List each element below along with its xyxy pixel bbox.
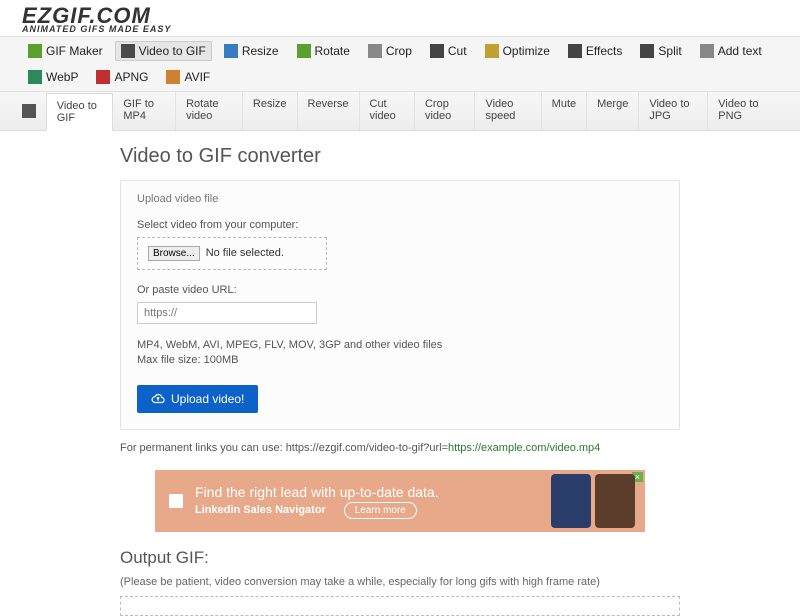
tab-gif-to-mp4[interactable]: GIF to MP4 bbox=[113, 92, 176, 130]
effects-icon bbox=[568, 44, 582, 58]
add-text-icon bbox=[700, 44, 714, 58]
avif-icon bbox=[166, 70, 180, 84]
permalink-example[interactable]: https://example.com/video.mp4 bbox=[448, 442, 600, 454]
nav-add-text[interactable]: Add text bbox=[694, 41, 768, 61]
film-icon bbox=[22, 104, 36, 118]
nav-resize[interactable]: Resize bbox=[218, 41, 285, 61]
output-heading: Output GIF: bbox=[120, 548, 680, 568]
nav-label: WebP bbox=[46, 70, 78, 84]
output-placeholder bbox=[120, 596, 680, 616]
apng-icon bbox=[96, 70, 110, 84]
format-note: MP4, WebM, AVI, MPEG, FLV, MOV, 3GP and … bbox=[137, 338, 663, 369]
tab-cut-video[interactable]: Cut video bbox=[360, 92, 415, 130]
tab-mute[interactable]: Mute bbox=[542, 92, 587, 130]
cloud-upload-icon bbox=[151, 392, 165, 406]
page-title: Video to GIF converter bbox=[120, 145, 680, 168]
tab-rotate-video[interactable]: Rotate video bbox=[176, 92, 243, 130]
ad-cta-button[interactable]: Learn more bbox=[344, 502, 417, 519]
crop-icon bbox=[368, 44, 382, 58]
nav-label: Add text bbox=[718, 44, 762, 58]
nav-optimize[interactable]: Optimize bbox=[479, 41, 556, 61]
logo-tagline: ANIMATED GIFS MADE EASY bbox=[22, 24, 778, 34]
select-file-label: Select video from your computer: bbox=[137, 219, 663, 231]
header: EZGIF.COM ANIMATED GIFS MADE EASY bbox=[0, 0, 800, 36]
optimize-icon bbox=[485, 44, 499, 58]
nav-label: Crop bbox=[386, 44, 412, 58]
tab-crop-video[interactable]: Crop video bbox=[415, 92, 475, 130]
nav-split[interactable]: Split bbox=[634, 41, 687, 61]
nav-label: Optimize bbox=[503, 44, 550, 58]
maxsize-line: Max file size: 100MB bbox=[137, 353, 663, 368]
url-input[interactable] bbox=[137, 302, 317, 324]
url-label: Or paste video URL: bbox=[137, 284, 663, 296]
nav-apng[interactable]: APNG bbox=[90, 67, 154, 87]
nav-rotate[interactable]: Rotate bbox=[291, 41, 356, 61]
ad-banner[interactable]: × Find the right lead with up-to-date da… bbox=[155, 470, 645, 532]
secondary-nav: Video to GIFGIF to MP4Rotate videoResize… bbox=[0, 92, 800, 131]
nav-label: AVIF bbox=[184, 70, 210, 84]
nav-crop[interactable]: Crop bbox=[362, 41, 418, 61]
nav-label: Rotate bbox=[315, 44, 350, 58]
nav-label: APNG bbox=[114, 70, 148, 84]
tab-reverse[interactable]: Reverse bbox=[298, 92, 360, 130]
nav-label: Cut bbox=[448, 44, 467, 58]
no-file-text: No file selected. bbox=[206, 247, 284, 259]
permalink-hint: For permanent links you can use: https:/… bbox=[120, 442, 680, 454]
split-icon bbox=[640, 44, 654, 58]
ad-illustration bbox=[551, 474, 635, 528]
nav-effects[interactable]: Effects bbox=[562, 41, 628, 61]
tab-video-to-jpg[interactable]: Video to JPG bbox=[639, 92, 708, 130]
gif-maker-icon bbox=[28, 44, 42, 58]
formats-line: MP4, WebM, AVI, MPEG, FLV, MOV, 3GP and … bbox=[137, 338, 663, 353]
nav-label: Split bbox=[658, 44, 681, 58]
resize-icon bbox=[224, 44, 238, 58]
nav-avif[interactable]: AVIF bbox=[160, 67, 216, 87]
nav-label: Resize bbox=[242, 44, 279, 58]
tab-video-to-gif-tab[interactable]: Video to GIF bbox=[46, 93, 114, 131]
tab-video-to-png[interactable]: Video to PNG bbox=[708, 92, 778, 130]
rotate-icon bbox=[297, 44, 311, 58]
upload-panel: Upload video file Select video from your… bbox=[120, 180, 680, 430]
main-content: Video to GIF converter Upload video file… bbox=[110, 145, 690, 616]
nav-gif-maker[interactable]: GIF Maker bbox=[22, 41, 109, 61]
webp-icon bbox=[28, 70, 42, 84]
video-to-gif-icon bbox=[121, 44, 135, 58]
primary-nav: GIF Maker Video to GIF Resize Rotate Crop Cut… bbox=[0, 36, 800, 92]
nav-cut[interactable]: Cut bbox=[424, 41, 473, 61]
ad-text: Find the right lead with up-to-date data… bbox=[195, 484, 439, 518]
tab-resize-video[interactable]: Resize bbox=[243, 92, 298, 130]
file-picker[interactable]: Browse... No file selected. bbox=[137, 237, 327, 270]
ad-icon bbox=[169, 494, 183, 508]
upload-legend: Upload video file bbox=[137, 193, 218, 213]
upload-button[interactable]: Upload video! bbox=[137, 385, 258, 413]
nav-label: GIF Maker bbox=[46, 44, 103, 58]
upload-button-label: Upload video! bbox=[171, 392, 244, 406]
browse-button[interactable]: Browse... bbox=[148, 246, 200, 261]
nav-video-to-gif[interactable]: Video to GIF bbox=[115, 41, 212, 61]
patience-note: (Please be patient, video conversion may… bbox=[120, 576, 680, 588]
nav-label: Video to GIF bbox=[139, 44, 206, 58]
tab-merge[interactable]: Merge bbox=[587, 92, 639, 130]
tab-video-speed[interactable]: Video speed bbox=[475, 92, 541, 130]
cut-icon bbox=[430, 44, 444, 58]
nav-label: Effects bbox=[586, 44, 622, 58]
nav-webp[interactable]: WebP bbox=[22, 67, 84, 87]
